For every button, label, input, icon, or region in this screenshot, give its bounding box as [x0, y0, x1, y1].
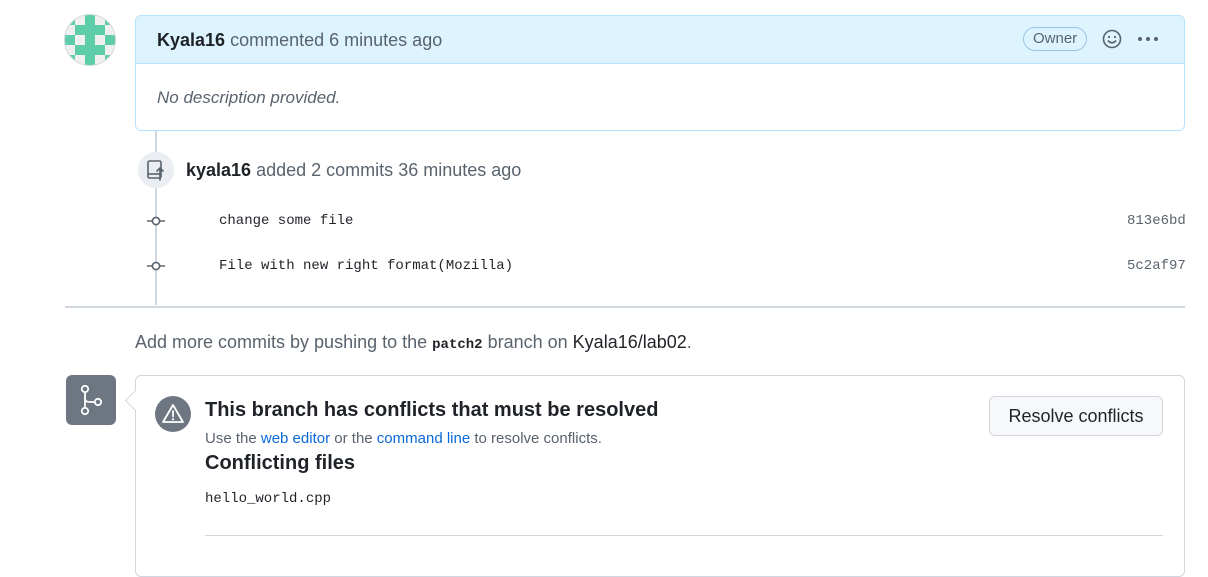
commit-message-link[interactable]: File with new right format(Mozilla) — [219, 258, 513, 274]
git-commit-icon — [147, 216, 165, 226]
file-list-divider — [205, 535, 1163, 536]
comment-meta: Kyala16 commented 6 minutes ago — [157, 30, 442, 51]
comment-box: Kyala16 commented 6 minutes ago Owner No… — [135, 15, 1185, 131]
repo-link[interactable]: Kyala16/lab02 — [573, 332, 687, 352]
push-timestamp[interactable]: 36 minutes ago — [398, 160, 521, 180]
commit-sha-link[interactable]: 5c2af97 — [1127, 258, 1186, 274]
conflicting-file: hello_world.cpp — [205, 491, 332, 507]
conflict-title: This branch has conflicts that must be r… — [205, 399, 659, 421]
identicon — [65, 15, 115, 65]
commit-sha-link[interactable]: 813e6bd — [1127, 213, 1186, 229]
avatar[interactable] — [65, 15, 115, 65]
comment-action: commented — [230, 30, 325, 50]
conflict-description: Use the web editor or the command line t… — [205, 430, 602, 447]
conflict-alert-badge — [155, 396, 191, 432]
comment-timestamp[interactable]: 6 minutes ago — [329, 30, 442, 50]
comment-body: No description provided. — [157, 88, 341, 107]
alert-icon — [162, 404, 184, 423]
conflict-sub-middle: or the — [334, 430, 373, 447]
resolve-conflicts-button[interactable]: Resolve conflicts — [989, 396, 1163, 436]
push-action: added 2 commits — [256, 160, 394, 180]
repo-push-icon — [147, 160, 164, 181]
comment-header: Kyala16 commented 6 minutes ago Owner — [136, 16, 1184, 64]
conflict-sub-suffix: to resolve conflicts. — [474, 430, 602, 447]
branch-name: patch2 — [432, 337, 483, 353]
timeline-divider — [65, 306, 1185, 308]
hint-prefix: Add more commits by pushing to the — [135, 332, 428, 352]
push-event-badge — [138, 152, 174, 188]
conflicting-files-title: Conflicting files — [205, 452, 355, 474]
command-line-link[interactable]: command line — [377, 430, 470, 447]
push-hint: Add more commits by pushing to the patch… — [135, 332, 692, 353]
commit-message-link[interactable]: change some file — [219, 213, 353, 229]
git-branch-icon — [80, 384, 103, 416]
hint-middle: branch on — [487, 332, 568, 352]
comment-author-link[interactable]: Kyala16 — [157, 30, 225, 50]
conflict-sub-prefix: Use the — [205, 430, 257, 447]
hint-suffix: . — [686, 332, 692, 352]
merge-status-badge — [66, 375, 116, 425]
push-event-text: kyala16 added 2 commits 36 minutes ago — [186, 160, 521, 181]
push-user-link[interactable]: kyala16 — [186, 160, 251, 180]
git-commit-icon — [147, 261, 165, 271]
owner-badge: Owner — [1023, 27, 1088, 51]
smiley-icon[interactable] — [1102, 29, 1122, 49]
web-editor-link[interactable]: web editor — [261, 430, 330, 447]
kebab-horizontal-icon[interactable] — [1137, 36, 1159, 42]
